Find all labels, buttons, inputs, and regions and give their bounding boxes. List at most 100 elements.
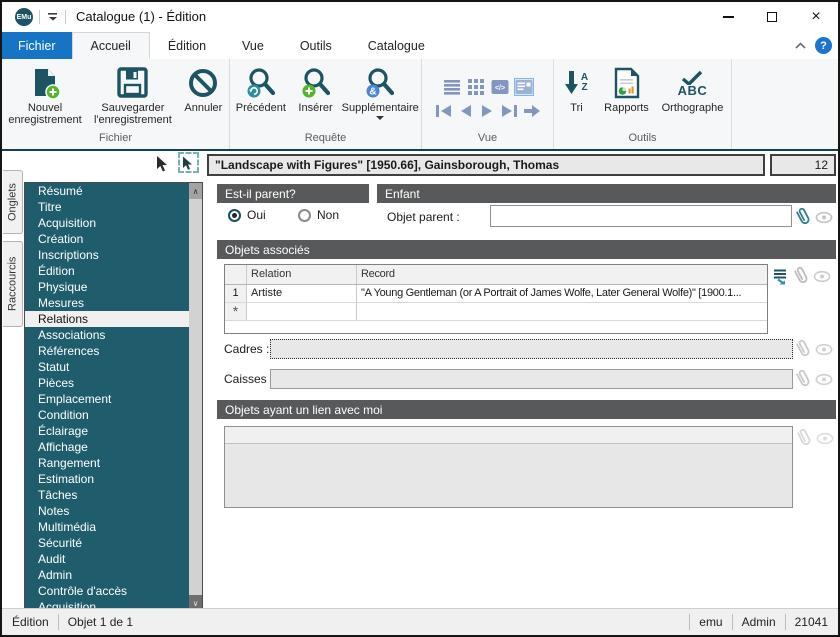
- scrollbar-thumb[interactable]: [189, 199, 202, 595]
- maximize-button[interactable]: [750, 2, 794, 32]
- sidebar-item[interactable]: Associations: [25, 327, 189, 343]
- cadres-field[interactable]: [270, 339, 793, 359]
- quick-access-dropdown-icon[interactable]: [46, 11, 59, 25]
- sidebar-item[interactable]: Sécurité: [25, 535, 189, 551]
- status-record-position: Objet 1 de 1: [67, 615, 134, 629]
- view-icon[interactable]: [816, 432, 834, 445]
- select-cursor-icon[interactable]: [155, 155, 170, 172]
- sidebar-item[interactable]: Physique: [25, 279, 189, 295]
- sidebar-item[interactable]: Audit: [25, 551, 189, 567]
- sidebar-item[interactable]: Édition: [25, 263, 189, 279]
- list-view-icon[interactable]: [442, 78, 462, 96]
- attach-icon[interactable]: [795, 206, 812, 228]
- sidebar-item[interactable]: Inscriptions: [25, 247, 189, 263]
- sidebar-item[interactable]: Emplacement: [25, 391, 189, 407]
- sidebar-item[interactable]: Résumé: [25, 183, 189, 199]
- select-mode-icon[interactable]: [178, 152, 199, 173]
- sidebar-item[interactable]: Mesures: [25, 295, 189, 311]
- sidebar-item[interactable]: Tâches: [25, 487, 189, 503]
- vertical-tab-raccourcis[interactable]: Raccourcis: [3, 241, 23, 327]
- sidebar-item[interactable]: Références: [25, 343, 189, 359]
- attach-icon[interactable]: [793, 265, 810, 287]
- reports-button[interactable]: Rapports: [598, 64, 656, 114]
- last-record-icon[interactable]: [499, 103, 519, 119]
- sidebar-item-label: Acquisition: [38, 216, 97, 230]
- sidebar-item[interactable]: Multimédia: [25, 519, 189, 535]
- sidebar-item[interactable]: Création: [25, 231, 189, 247]
- attach-icon[interactable]: [795, 368, 812, 390]
- cancel-button[interactable]: Annuler: [178, 64, 229, 114]
- previous-search-button[interactable]: Précédent: [230, 64, 292, 114]
- caisses-field[interactable]: [270, 369, 793, 389]
- emu-logo-icon[interactable]: EMu: [15, 8, 33, 26]
- svg-text:</>: </>: [494, 85, 504, 92]
- sidebar-scrollbar[interactable]: ∧ ∨: [189, 183, 202, 611]
- view-icon[interactable]: [815, 211, 833, 224]
- scroll-up-icon[interactable]: ∧: [189, 183, 202, 199]
- sort-button[interactable]: AZ Tri: [556, 64, 598, 114]
- record-cell[interactable]: "A Young Gentleman (or A Portrait of Jam…: [357, 285, 767, 302]
- linked-objects-list[interactable]: [224, 426, 793, 508]
- attach-icon[interactable]: [795, 338, 812, 360]
- tab-accueil[interactable]: Accueil: [71, 32, 150, 59]
- attach-icon[interactable]: [796, 427, 813, 449]
- radio-option-non[interactable]: Non: [298, 208, 339, 222]
- tab-catalogue[interactable]: Catalogue: [350, 32, 443, 59]
- sidebar-item-label: Pièces: [38, 376, 75, 390]
- view-icon[interactable]: [815, 373, 833, 386]
- save-record-button[interactable]: Sauvegarder l'enregistrement: [88, 64, 178, 126]
- tab-outils[interactable]: Outils: [282, 32, 350, 59]
- objet-parent-input[interactable]: [490, 205, 792, 227]
- grid-options-icon[interactable]: [773, 268, 790, 285]
- table-row[interactable]: 1 Artiste "A Young Gentleman (or A Portr…: [225, 285, 767, 303]
- tab-vue[interactable]: Vue: [224, 32, 282, 59]
- sidebar-item[interactable]: Affichage: [25, 439, 189, 455]
- details-view-icon[interactable]: [513, 77, 534, 96]
- next-record-icon[interactable]: [478, 103, 496, 119]
- table-new-row[interactable]: *: [225, 303, 767, 321]
- sidebar-item[interactable]: Titre: [25, 199, 189, 215]
- associated-objects-table[interactable]: Relation Record 1 Artiste "A Young Gentl…: [224, 264, 768, 334]
- radio-oui[interactable]: [228, 208, 241, 222]
- tab-edition[interactable]: Édition: [150, 32, 224, 59]
- sidebar-item[interactable]: Acquisition: [25, 215, 189, 231]
- sidebar-list: Résumé Titre Acquisition Création Inscriptio…: [25, 183, 189, 611]
- view-icon[interactable]: [813, 270, 831, 283]
- dropdown-caret-icon[interactable]: [376, 116, 385, 120]
- vertical-tab-onglets[interactable]: Onglets: [3, 170, 23, 234]
- ribbon-group-vue: </> Vue: [422, 59, 554, 149]
- sidebar-item[interactable]: Relations: [25, 311, 189, 327]
- sidebar-item[interactable]: Estimation: [25, 471, 189, 487]
- goto-record-icon[interactable]: [522, 103, 542, 119]
- spellcheck-button[interactable]: ABC Orthographe: [656, 64, 730, 114]
- sidebar-item[interactable]: Rangement: [25, 455, 189, 471]
- linked-objects-row[interactable]: [225, 427, 792, 444]
- minimize-button[interactable]: [706, 2, 750, 32]
- new-record-button[interactable]: Nouvel enregistrement: [2, 64, 88, 126]
- help-button[interactable]: ?: [815, 37, 832, 54]
- relation-cell[interactable]: Artiste: [247, 285, 357, 302]
- sidebar-item[interactable]: Admin: [25, 567, 189, 583]
- sidebar-item[interactable]: Notes: [25, 503, 189, 519]
- button-label: Rapports: [604, 102, 649, 114]
- column-header-record[interactable]: Record: [357, 265, 767, 284]
- code-view-icon[interactable]: </>: [490, 78, 510, 96]
- collapse-ribbon-icon[interactable]: [795, 42, 806, 49]
- sidebar-item[interactable]: Condition: [25, 407, 189, 423]
- sidebar-item[interactable]: Contrôle d'accès: [25, 583, 189, 599]
- tab-fichier[interactable]: Fichier: [2, 32, 72, 59]
- radio-non[interactable]: [298, 208, 311, 222]
- radio-option-oui[interactable]: Oui: [228, 208, 266, 222]
- supplementary-search-button[interactable]: & Supplémentaire: [339, 64, 421, 120]
- column-header-relation[interactable]: Relation: [247, 265, 357, 284]
- previous-record-icon[interactable]: [457, 103, 475, 119]
- insert-search-button[interactable]: Insérer: [292, 64, 340, 114]
- grid-view-icon[interactable]: [466, 78, 486, 96]
- first-record-icon[interactable]: [434, 103, 454, 119]
- group-label-requete: Requête: [304, 132, 347, 144]
- close-button[interactable]: ×: [794, 2, 838, 32]
- sidebar-item[interactable]: Statut: [25, 359, 189, 375]
- view-icon[interactable]: [815, 343, 833, 356]
- sidebar-item[interactable]: Éclairage: [25, 423, 189, 439]
- sidebar-item[interactable]: Pièces: [25, 375, 189, 391]
